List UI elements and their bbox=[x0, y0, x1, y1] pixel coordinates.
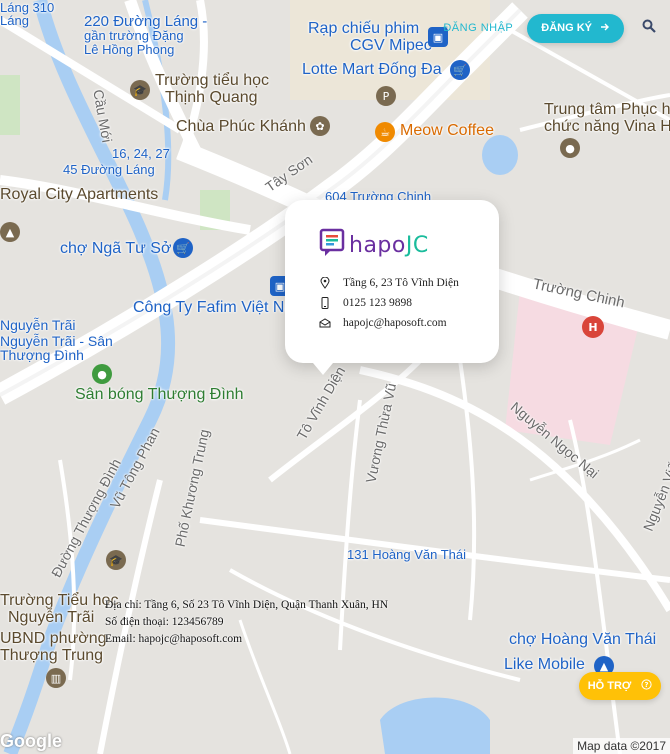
shopping-cart-icon[interactable]: 🛒 bbox=[173, 238, 193, 258]
building-icon[interactable]: ▲ bbox=[0, 222, 20, 242]
map-label[interactable]: Nguyễn Trãi bbox=[8, 609, 94, 627]
register-label: ĐĂNG KÝ bbox=[541, 22, 592, 34]
card-address: Tầng 6, 23 Tô Vĩnh Diện bbox=[343, 277, 459, 289]
school-icon[interactable]: 🎓 bbox=[106, 550, 126, 570]
map-label[interactable]: Lê Hồng Phong bbox=[84, 42, 174, 57]
location-pin-icon bbox=[319, 277, 331, 289]
map-label[interactable]: CGV Mipec bbox=[350, 37, 432, 55]
map-label[interactable]: Meow Coffee bbox=[400, 122, 494, 140]
map-label[interactable]: chức năng Vina H bbox=[544, 118, 670, 136]
search-icon bbox=[642, 19, 656, 38]
card-email[interactable]: hapojc@haposoft.com bbox=[343, 317, 447, 329]
footer-email: Email: hapojc@haposoft.com bbox=[105, 633, 243, 645]
top-navigation: ĐĂNG NHẬP ĐĂNG KÝ bbox=[443, 0, 670, 56]
register-button[interactable]: ĐĂNG KÝ bbox=[527, 13, 624, 43]
search-button[interactable] bbox=[638, 17, 660, 39]
hospital-icon[interactable]: H bbox=[582, 316, 604, 338]
medical-icon[interactable]: ● bbox=[560, 138, 580, 158]
map-label[interactable]: Chùa Phúc Khánh bbox=[176, 118, 306, 136]
arrow-right-icon bbox=[600, 22, 610, 35]
school-icon[interactable]: 🎓 bbox=[130, 80, 150, 100]
support-label: HỖ TRỢ bbox=[587, 680, 632, 692]
map-label[interactable]: Trường Tiểu học bbox=[0, 592, 118, 610]
map-label[interactable]: UBND phường bbox=[0, 630, 107, 648]
map-label[interactable]: 45 Đường Láng bbox=[63, 162, 155, 177]
map-label[interactable]: Thượng Trung bbox=[0, 647, 103, 665]
map-label[interactable]: Lotte Mart Đống Đa bbox=[302, 61, 442, 79]
map-label[interactable]: Thịnh Quang bbox=[165, 89, 258, 107]
map-label[interactable]: Royal City Apartments bbox=[0, 186, 158, 204]
cafe-icon[interactable]: ☕ bbox=[375, 122, 395, 142]
footer-address: Địa chỉ: Tầng 6, Số 23 Tô Vĩnh Diện, Quậ… bbox=[105, 599, 389, 611]
map-label[interactable]: 16, 24, 27 bbox=[112, 146, 170, 161]
map-label[interactable]: Nguyễn Trãi bbox=[0, 317, 75, 333]
map-label[interactable]: Láng bbox=[0, 13, 29, 28]
google-logo[interactable]: Google bbox=[0, 731, 62, 752]
card-address-row: Tầng 6, 23 Tô Vĩnh Diện bbox=[319, 277, 459, 289]
government-icon[interactable]: ▥ bbox=[46, 668, 66, 688]
card-email-row: hapojc@haposoft.com bbox=[319, 317, 447, 329]
mail-icon bbox=[319, 317, 331, 329]
map-label[interactable]: 131 Hoàng Văn Thái bbox=[347, 547, 466, 562]
parking-icon[interactable]: P bbox=[376, 86, 396, 106]
chat-bubble-logo-icon bbox=[319, 228, 345, 263]
hapojc-logo: hapoJC bbox=[319, 228, 429, 263]
map-label[interactable]: Thượng Đình bbox=[0, 347, 84, 363]
map-label[interactable]: Sân bóng Thượng Đình bbox=[75, 386, 244, 404]
help-circle-icon: ? bbox=[641, 679, 652, 693]
support-button[interactable]: HỖ TRỢ ? bbox=[579, 672, 661, 700]
map-label[interactable]: Like Mobile bbox=[504, 656, 585, 674]
map-label[interactable]: Trung tâm Phục hồi bbox=[544, 101, 670, 119]
card-phone: 0125 123 9898 bbox=[343, 297, 412, 309]
map-label[interactable]: Trường tiểu học bbox=[155, 72, 269, 90]
svg-text:?: ? bbox=[645, 681, 649, 689]
footer-phone: Số điện thoại: 123456789 bbox=[105, 616, 224, 628]
footer-contact-info: Địa chỉ: Tầng 6, Số 23 Tô Vĩnh Diện, Quậ… bbox=[105, 597, 388, 648]
location-info-card: hapoJC Tầng 6, 23 Tô Vĩnh Diện 0125 123 … bbox=[285, 200, 499, 375]
card-phone-row: 0125 123 9898 bbox=[319, 297, 412, 309]
map-attribution[interactable]: Map data ©2017 bbox=[573, 738, 670, 754]
map-label[interactable]: gần trường Đặng bbox=[84, 28, 184, 43]
map-label[interactable]: chợ Hoàng Văn Thái bbox=[509, 631, 656, 649]
stadium-icon[interactable]: ● bbox=[92, 364, 112, 384]
login-link[interactable]: ĐĂNG NHẬP bbox=[443, 22, 513, 34]
map-label[interactable]: chợ Ngã Tư Sở bbox=[60, 240, 171, 258]
logo-text: hapoJC bbox=[349, 233, 429, 258]
temple-icon[interactable]: ✿ bbox=[310, 116, 330, 136]
map-label[interactable]: Công Ty Fafim Việt Nam bbox=[133, 299, 307, 317]
shopping-cart-icon[interactable]: 🛒 bbox=[450, 60, 470, 80]
phone-icon bbox=[319, 297, 331, 309]
map-label[interactable]: Rạp chiếu phim bbox=[308, 20, 419, 38]
